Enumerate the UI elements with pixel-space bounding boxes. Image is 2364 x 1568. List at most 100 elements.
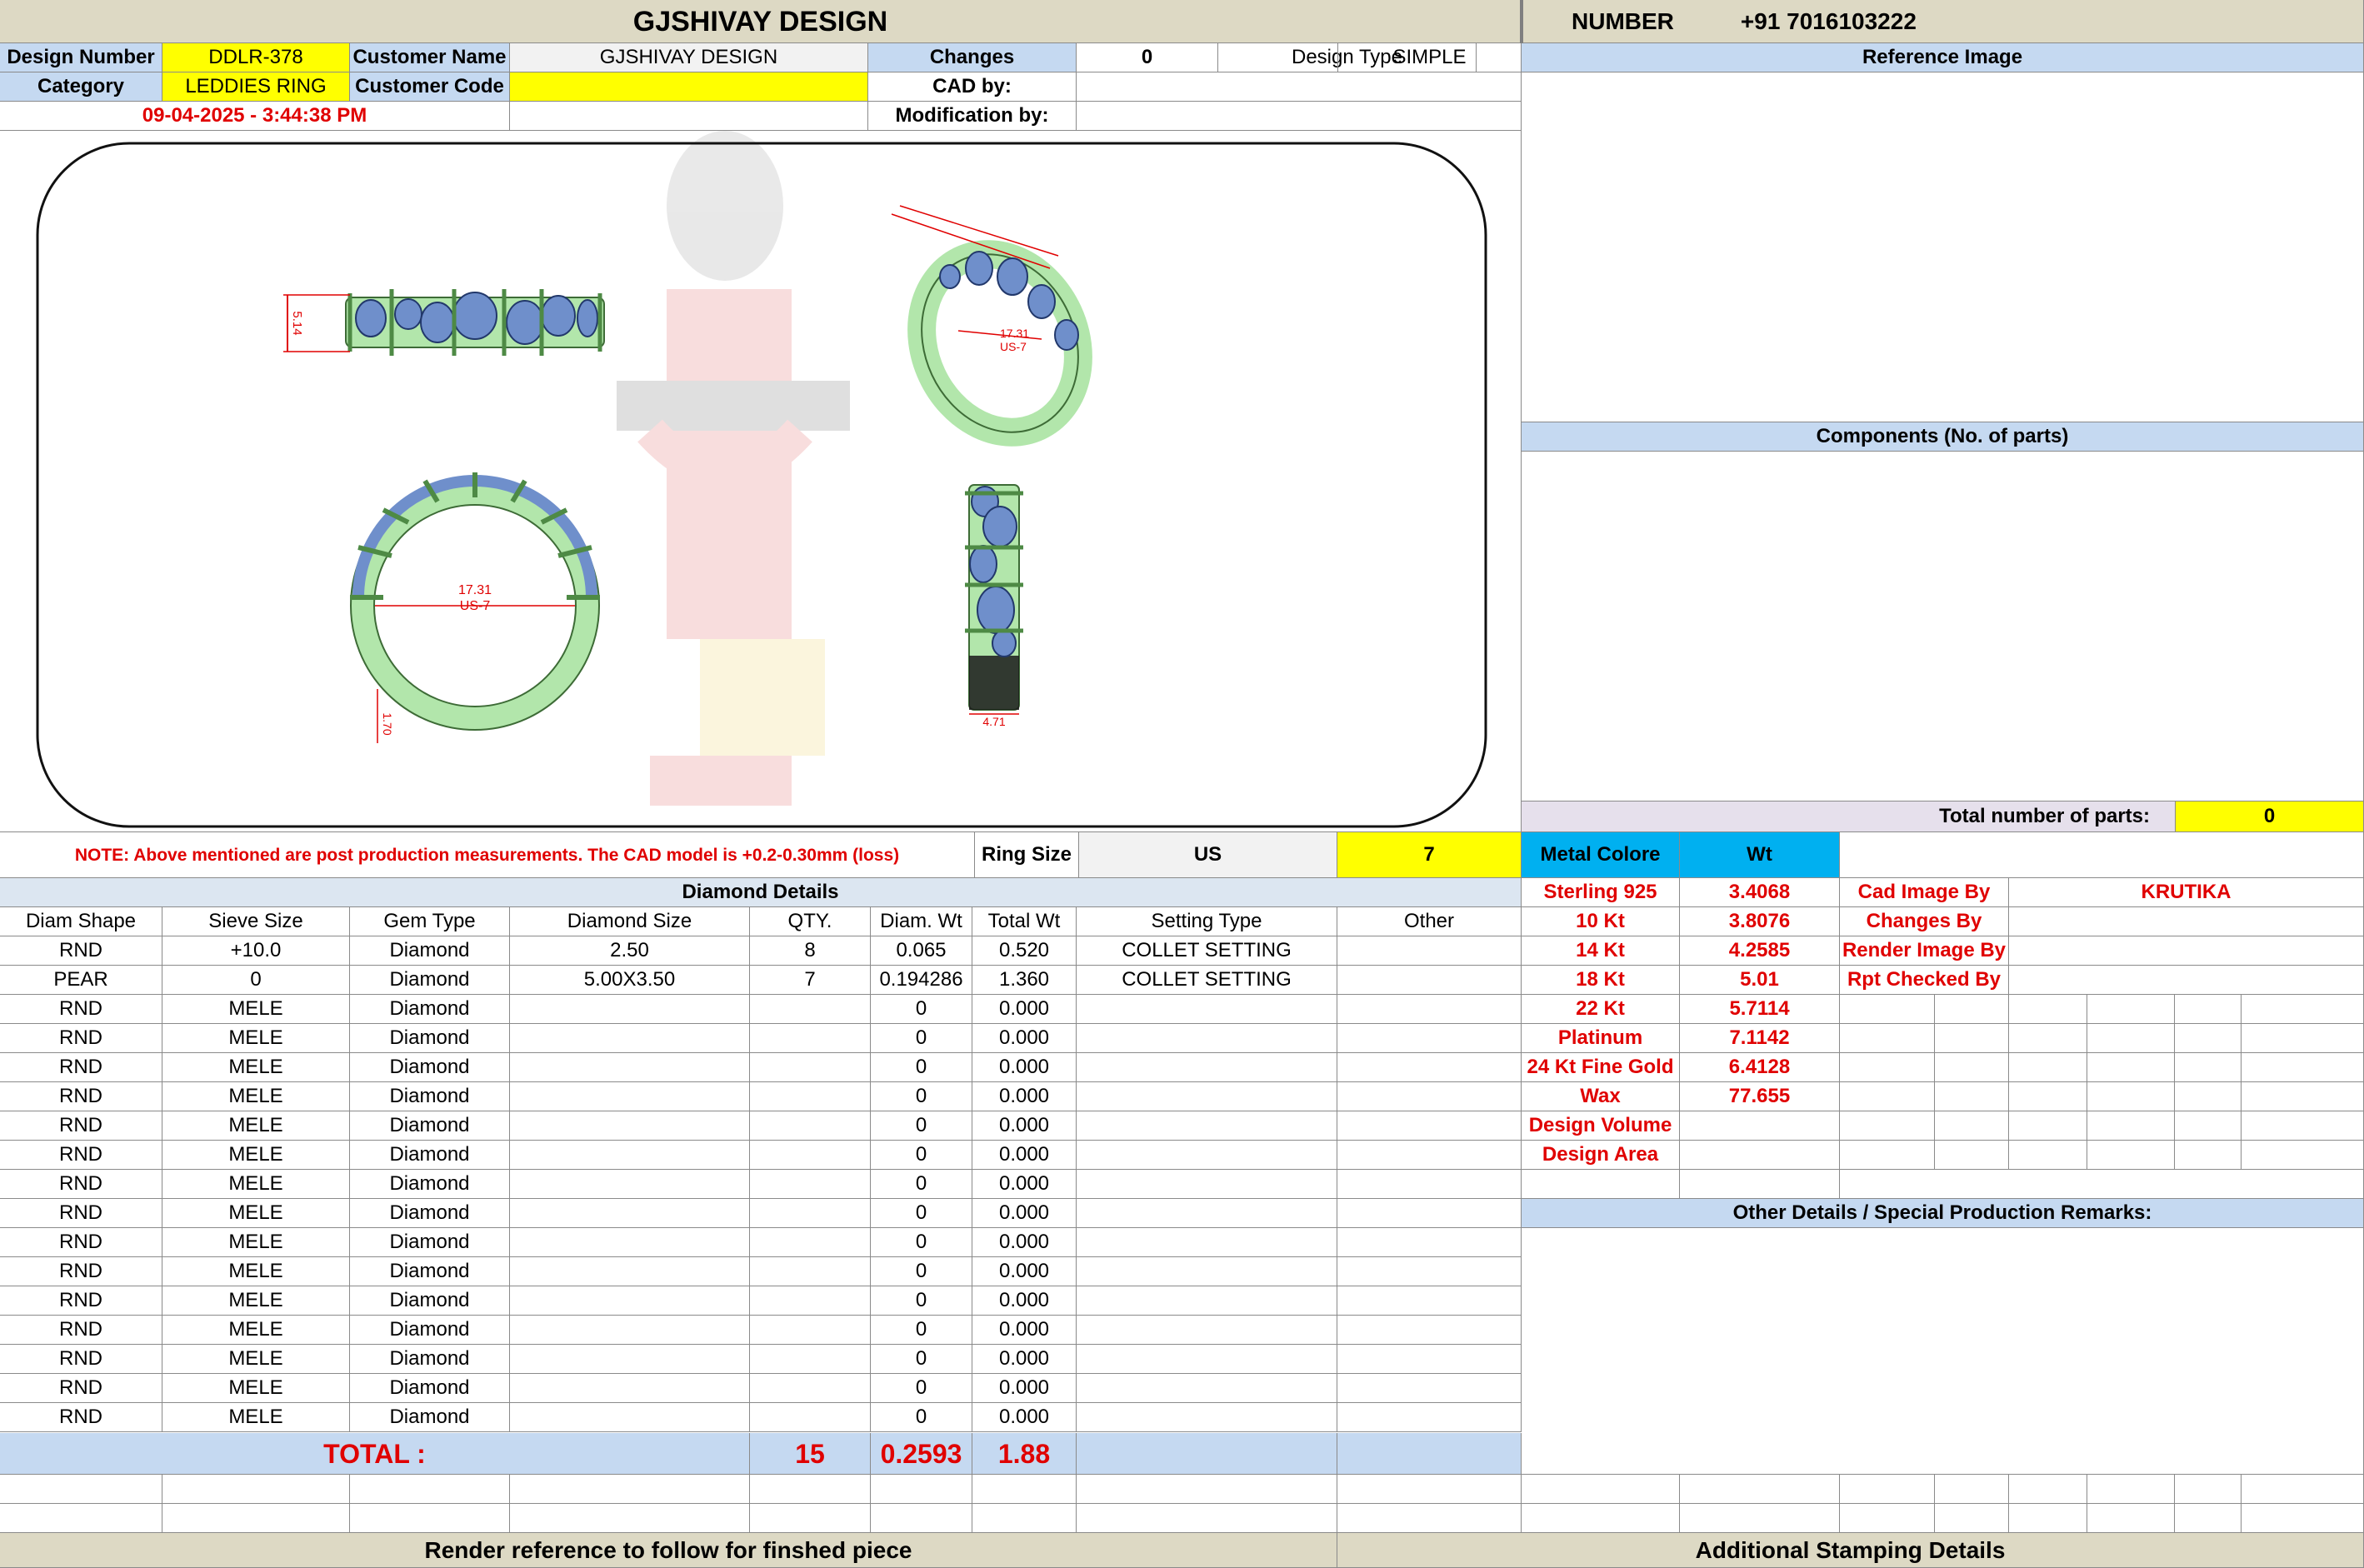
- blank-cell: [750, 1504, 871, 1533]
- cell-total-wt: 0.000: [972, 1374, 1077, 1403]
- blank-cell: [2087, 1475, 2175, 1504]
- render-reference-footer: Render reference to follow for finshed p…: [0, 1533, 1337, 1568]
- total-parts-label: Total number of parts:: [1522, 801, 2176, 832]
- blank-cell: [2175, 1504, 2242, 1533]
- cell-other: [1337, 1374, 1522, 1403]
- metal-wt: 77.655: [1680, 1082, 1840, 1111]
- grid-cell: [2087, 1024, 2175, 1053]
- blank-cell: [162, 1475, 350, 1504]
- cell-diamond-size: [510, 1228, 750, 1257]
- cell-other: [1337, 1257, 1522, 1286]
- cell-sieve-size: MELE: [162, 1345, 350, 1374]
- cell-diam-wt: 0: [871, 1141, 972, 1170]
- cell-total-wt: 0.000: [972, 995, 1077, 1024]
- top-width-label: 4.71: [982, 715, 1005, 728]
- cell-qty: [750, 1374, 871, 1403]
- perspective-inner-label: 17.31: [1000, 327, 1029, 340]
- cell-gem-type: Diamond: [350, 1199, 510, 1228]
- production-note: NOTE: Above mentioned are post productio…: [0, 832, 975, 878]
- reference-image-title: Reference Image: [1522, 43, 2364, 72]
- cell-diamond-size: [510, 1345, 750, 1374]
- cell-gem-type: Diamond: [350, 1228, 510, 1257]
- cell-diamond-size: [510, 1170, 750, 1199]
- datetime: 09-04-2025 - 3:44:38 PM: [0, 102, 510, 131]
- cell-gem-type: Diamond: [350, 1111, 510, 1141]
- cell-diam-wt: 0: [871, 1082, 972, 1111]
- cell-diam-shape: RND: [0, 1374, 162, 1403]
- cell-setting-type: [1077, 995, 1337, 1024]
- blank-cell: [162, 1504, 350, 1533]
- cell-diam-wt: 0: [871, 1345, 972, 1374]
- customer-name-value: GJSHIVAY DESIGN: [510, 43, 868, 72]
- grid-cell: [1935, 1024, 2009, 1053]
- cell-diamond-size: [510, 1141, 750, 1170]
- cell-total-wt: 0.000: [972, 1286, 1077, 1316]
- grid-cell: [2175, 1141, 2242, 1170]
- category-label: Category: [0, 72, 162, 102]
- ring-size-label: Ring Size: [975, 832, 1079, 878]
- metal-wt: 3.4068: [1680, 878, 1840, 907]
- cell-total-wt: 0.000: [972, 1141, 1077, 1170]
- cell-diamond-size: 2.50: [510, 936, 750, 966]
- cell-diamond-size: 5.00X3.50: [510, 966, 750, 995]
- cell-qty: [750, 1024, 871, 1053]
- grid-cell: [1522, 1170, 1680, 1199]
- cell-other: [1337, 1024, 1522, 1053]
- cell-qty: [750, 1228, 871, 1257]
- cell-other: [1337, 1345, 1522, 1374]
- cell-diam-shape: RND: [0, 1345, 162, 1374]
- cell-diam-wt: 0: [871, 1024, 972, 1053]
- cell-diamond-size: [510, 1257, 750, 1286]
- cell-diamond-size: [510, 1199, 750, 1228]
- cell-diamond-size: [510, 1403, 750, 1432]
- grid-cell: [2087, 1053, 2175, 1082]
- grid-cell: [1840, 1170, 2364, 1199]
- cell-gem-type: Diamond: [350, 936, 510, 966]
- blank-cell: [871, 1475, 972, 1504]
- credit-value: [2009, 936, 2364, 966]
- metal-name: 18 Kt: [1522, 966, 1680, 995]
- cell-setting-type: [1077, 1053, 1337, 1082]
- cell-qty: [750, 1170, 871, 1199]
- cell-diam-shape: RND: [0, 1286, 162, 1316]
- cell-qty: [750, 1141, 871, 1170]
- metal-wt: 4.2585: [1680, 936, 1840, 966]
- metal-name: 24 Kt Fine Gold: [1522, 1053, 1680, 1082]
- cell-diam-shape: PEAR: [0, 966, 162, 995]
- cell-gem-type: Diamond: [350, 1374, 510, 1403]
- cell-gem-type: Diamond: [350, 1024, 510, 1053]
- cell-total-wt: 0.520: [972, 936, 1077, 966]
- cell-setting-type: [1077, 1141, 1337, 1170]
- col-header-setting-type: Setting Type: [1077, 907, 1337, 936]
- cell-qty: [750, 1257, 871, 1286]
- total-wt: 1.88: [972, 1433, 1077, 1475]
- cell-sieve-size: MELE: [162, 1199, 350, 1228]
- cell-diam-shape: RND: [0, 1257, 162, 1286]
- cell-gem-type: Diamond: [350, 1053, 510, 1082]
- grid-cell: [2242, 1111, 2364, 1141]
- blank-cell: [1935, 1504, 2009, 1533]
- cell-setting-type: [1077, 1082, 1337, 1111]
- design-sheet: GJSHIVAY DESIGN NUMBER +91 7016103222 De…: [0, 0, 2364, 1568]
- ring-size-unit: US: [1079, 832, 1337, 878]
- cell-other: [1337, 1141, 1522, 1170]
- metal-name: Design Volume: [1522, 1111, 1680, 1141]
- credit-value: [2009, 907, 2364, 936]
- cell-setting-type: [1077, 1257, 1337, 1286]
- grid-cell: [1840, 1082, 1935, 1111]
- components-area: [1522, 452, 2364, 801]
- grid-cell: [2175, 1082, 2242, 1111]
- blank-cell: [1522, 1504, 1680, 1533]
- metal-name: Wax: [1522, 1082, 1680, 1111]
- col-header-diamond-size: Diamond Size: [510, 907, 750, 936]
- side-inner-label: 17.31: [458, 583, 492, 597]
- grid-cell: [1935, 1111, 2009, 1141]
- cell-sieve-size: MELE: [162, 995, 350, 1024]
- col-header-other: Other: [1337, 907, 1522, 936]
- cell-sieve-size: MELE: [162, 1170, 350, 1199]
- cell-diam-shape: RND: [0, 1141, 162, 1170]
- cell-diam-shape: RND: [0, 995, 162, 1024]
- cell-other: [1337, 966, 1522, 995]
- cell-diam-wt: 0: [871, 1374, 972, 1403]
- cell-sieve-size: MELE: [162, 1316, 350, 1345]
